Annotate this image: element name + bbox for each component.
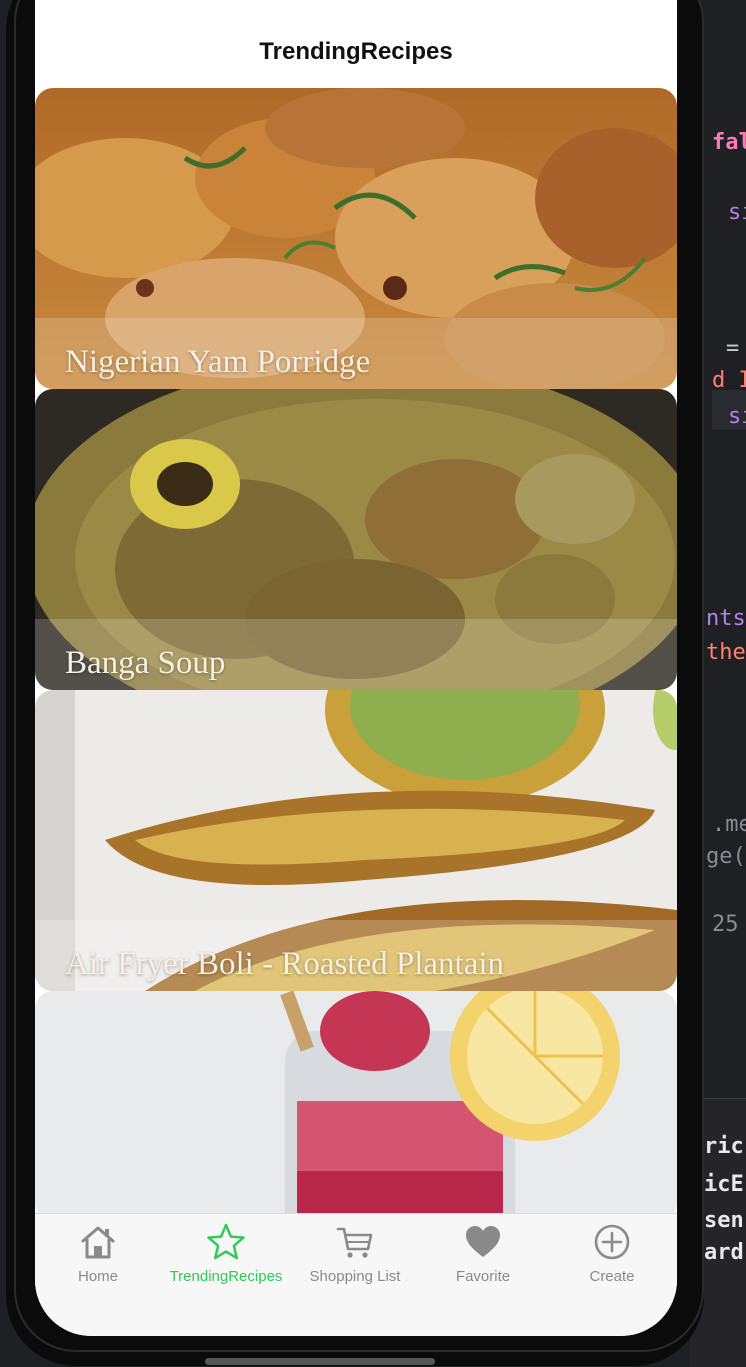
tab-shopping-list[interactable]: Shopping List (291, 1222, 419, 1285)
editor-fragment: = (726, 336, 740, 361)
editor-fragment: fal (712, 130, 746, 155)
tab-trendingrecipes[interactable]: TrendingRecipes (162, 1222, 290, 1285)
recipe-name: Air Fryer Boli - Roasted Plantain (65, 946, 505, 982)
recipe-card[interactable] (35, 991, 677, 1221)
recipe-card[interactable]: Air Fryer Boli - Roasted Plantain (35, 690, 677, 991)
heart-icon (466, 1226, 500, 1257)
editor-fragment: si (728, 404, 746, 429)
tab-bar: Home TrendingRecipes Shopping List Favor… (35, 1213, 677, 1336)
editor-fragment: d I (712, 368, 746, 393)
editor-fragment: nts (706, 606, 746, 631)
tab-label: Favorite (455, 1268, 511, 1285)
tab-label: Shopping List (309, 1268, 401, 1285)
editor-fragment: the (706, 640, 746, 665)
home-indicator[interactable] (205, 1358, 435, 1365)
recipe-card[interactable]: Nigerian Yam Porridge (35, 88, 677, 389)
editor-fragment: sen (704, 1208, 744, 1233)
editor-fragment: ric (704, 1134, 744, 1159)
house-icon (81, 1226, 115, 1259)
tab-label: Home (77, 1268, 118, 1285)
recipe-image (35, 991, 677, 1221)
tab-favorite[interactable]: Favorite (419, 1222, 547, 1285)
editor-fragment: si (728, 200, 746, 225)
recipe-name: Nigerian Yam Porridge (65, 344, 371, 380)
editor-fragment: ard (704, 1240, 744, 1265)
page-title: TrendingRecipes (259, 38, 453, 65)
recipe-name: Banga Soup (65, 645, 226, 681)
tab-label: Create (589, 1268, 635, 1285)
editor-fragment: ge(s (706, 844, 746, 869)
editor-fragment: icE (704, 1172, 744, 1197)
cart-icon (336, 1227, 373, 1258)
tab-home[interactable]: Home (35, 1222, 162, 1285)
editor-fragment: 25 (712, 912, 739, 937)
plus-circle-icon (594, 1224, 630, 1260)
editor-fragment: .me (712, 812, 746, 837)
tab-label: TrendingRecipes (169, 1268, 283, 1285)
tab-create[interactable]: Create (548, 1222, 676, 1285)
recipe-card[interactable]: Banga Soup (35, 389, 677, 690)
app-screen: TrendingRecipes Nigerian Yam Porridge Ba… (35, 0, 677, 1336)
star-icon (207, 1223, 245, 1260)
